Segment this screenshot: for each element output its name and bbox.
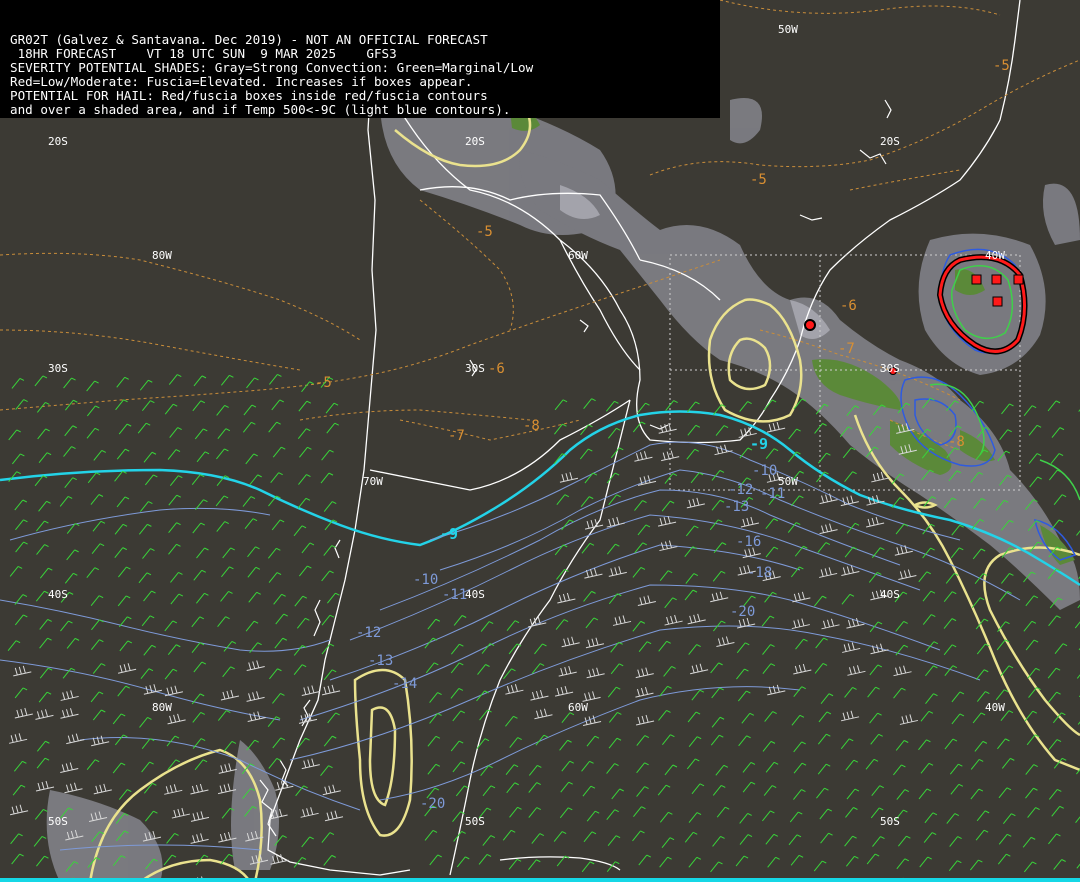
header-severity-line: SEVERITY POTENTIAL SHADES: Gray=Strong C… [10, 60, 534, 75]
grid-label-lat: 30S [465, 362, 485, 375]
contour-label: -5 [750, 172, 767, 188]
contour-label: -9 [750, 435, 768, 453]
grid-label-lat: 40S [880, 588, 900, 601]
contour-label: -10 [752, 463, 777, 479]
contour-label: -20 [730, 604, 755, 620]
contour-label: -13 [724, 499, 749, 515]
grid-label-lat: 50S [48, 815, 68, 828]
grid-label-lon: 60W [568, 701, 588, 714]
contour-label: -9 [440, 525, 458, 543]
contour-label: -18 [747, 565, 772, 581]
header-title-line: GR02T (Galvez & Santavana. Dec 2019) - N… [10, 32, 488, 47]
contour-label: -14 [392, 676, 417, 692]
contour-label: -5 [315, 375, 332, 391]
grid-label-lat: 30S [48, 362, 68, 375]
grid-label-lon: 60W [568, 249, 588, 262]
header-forecast-time-line: 18HR FORECAST VT 18 UTC SUN 9 MAR 2025 G… [10, 46, 397, 61]
contour-label: -8 [948, 434, 965, 450]
contour-label: -10 [413, 572, 438, 588]
forecast-header: GR02T (Galvez & Santavana. Dec 2019) - N… [0, 0, 720, 118]
contour-label: -20 [420, 796, 445, 812]
bottom-accent-bar [0, 878, 1080, 882]
grid-label-lon: 80W [152, 249, 172, 262]
contour-label: -5 [993, 58, 1010, 74]
grid-label-lat: 30S [880, 362, 900, 375]
contour-label: -11 [760, 486, 785, 502]
contour-label: -11 [442, 587, 467, 603]
grid-label-lon: 70W [363, 475, 383, 488]
grid-label-lat: 20S [880, 135, 900, 148]
contour-label: -8 [523, 418, 540, 434]
grid-label-lat: 50S [465, 815, 485, 828]
grid-label-lon: 50W [778, 23, 798, 36]
contour-label: -12 [356, 625, 381, 641]
header-hail-condition-line: and over a shaded area, and if Temp 500<… [10, 102, 511, 117]
grid-label-lat: 20S [465, 135, 485, 148]
contour-label: -13 [368, 653, 393, 669]
grid-label-lat: 20S [48, 135, 68, 148]
forecast-map-window: 50W 80W 60W 40W 70W 50W 80W 60W 40W 20S … [0, 0, 1080, 882]
grid-label-lat: 50S [880, 815, 900, 828]
grid-label-lon: 40W [985, 249, 1005, 262]
contour-label: -5 [476, 224, 493, 240]
grid-label-lat: 40S [48, 588, 68, 601]
header-severity-legend-line: Red=Low/Moderate: Fuscia=Elevated. Incre… [10, 74, 473, 89]
contour-label: -6 [840, 298, 857, 314]
contour-label: -16 [736, 534, 761, 550]
weather-map: 50W 80W 60W 40W 70W 50W 80W 60W 40W 20S … [0, 0, 1080, 882]
header-hail-line: POTENTIAL FOR HAIL: Red/fuscia boxes ins… [10, 88, 488, 103]
contour-label: -6 [488, 361, 505, 377]
contour-label: -12 [728, 482, 753, 498]
contour-label: -7 [448, 428, 465, 444]
contour-label: -7 [838, 341, 855, 357]
grid-label-lat: 40S [465, 588, 485, 601]
grid-label-lon: 40W [985, 701, 1005, 714]
grid-label-lon: 80W [152, 701, 172, 714]
